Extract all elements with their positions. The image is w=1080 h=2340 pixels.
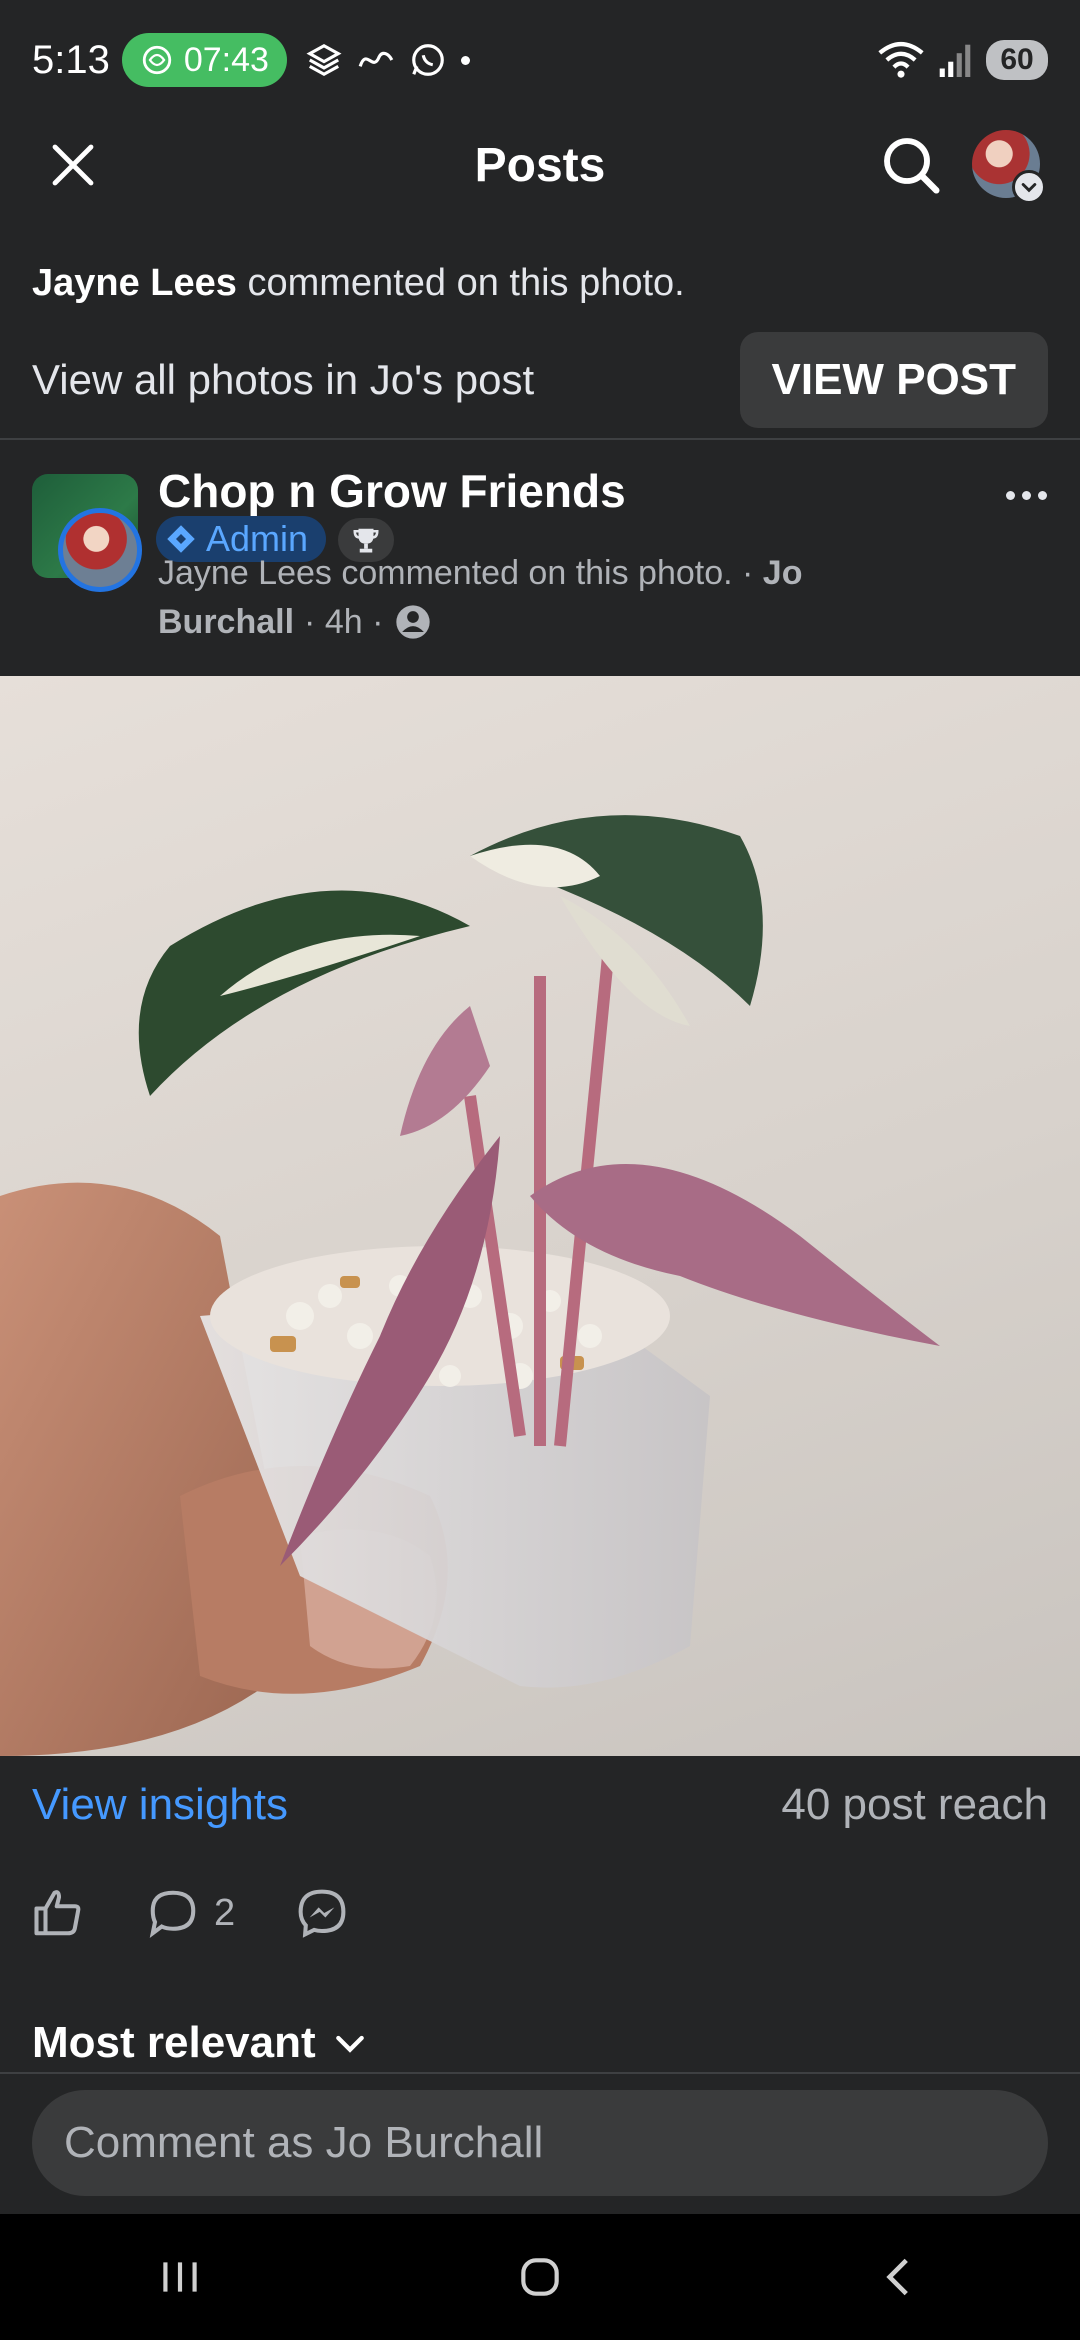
layers-app-icon <box>306 43 342 77</box>
system-nav-bar <box>0 2214 1080 2340</box>
recents-button[interactable] <box>120 2232 240 2322</box>
more-icon <box>1005 490 1015 500</box>
more-notifications-dot <box>460 55 470 65</box>
like-icon <box>34 1890 81 1936</box>
comment-input[interactable]: Comment as Jo Burchall <box>32 2090 1048 2196</box>
view-all-photos-text: View all photos in Jo's post <box>32 356 535 403</box>
author-last-name[interactable]: Burchall <box>158 603 294 642</box>
whatsapp-icon <box>412 44 444 76</box>
comment-input-placeholder: Comment as Jo Burchall <box>64 2118 544 2167</box>
wifi-icon <box>878 41 924 78</box>
group-name[interactable]: Chop n Grow Friends <box>158 464 626 518</box>
comment-sort-dropdown[interactable]: Most relevant <box>32 2018 370 2068</box>
comment-count: 2 <box>214 1891 236 1934</box>
search-button[interactable] <box>876 130 946 200</box>
post-meta-line: Jayne Lees commented on this photo. · Jo <box>158 554 802 593</box>
back-button[interactable] <box>840 2232 960 2322</box>
account-switch-badge <box>1012 170 1046 204</box>
post-time[interactable]: · 4h · <box>304 603 383 642</box>
signature-app-icon <box>358 51 394 67</box>
close-icon <box>52 144 94 186</box>
home-icon <box>521 2258 559 2296</box>
header-bar: Posts <box>0 120 1080 210</box>
post-reach: 40 post reach <box>781 1780 1048 1829</box>
commenter-name[interactable]: Jayne Lees <box>32 262 237 304</box>
search-icon <box>884 138 940 194</box>
close-button[interactable] <box>42 134 104 196</box>
comment-button[interactable]: 2 <box>146 1886 235 1940</box>
view-all-row: View all photos in Jo's post VIEW POST <box>0 332 1080 428</box>
notice-text: commented on this photo. <box>247 262 685 304</box>
back-icon <box>886 2258 908 2296</box>
messenger-share-button[interactable] <box>295 1886 349 1940</box>
call-timer-pill[interactable]: 07:43 <box>121 33 287 87</box>
comment-sort-label: Most relevant <box>32 2018 316 2067</box>
call-timer: 07:43 <box>183 40 269 79</box>
chevron-down-icon <box>1021 183 1037 193</box>
view-post-button[interactable]: VIEW POST <box>739 332 1048 428</box>
more-options-button[interactable] <box>998 470 1054 520</box>
group-audience-icon <box>396 605 431 639</box>
plant-photo-illustration <box>0 815 940 1756</box>
like-button[interactable] <box>32 1886 86 1940</box>
system-icons: 60 <box>878 40 1048 80</box>
admin-diamond-icon <box>167 525 195 553</box>
post-photo[interactable] <box>0 676 1080 1756</box>
home-button[interactable] <box>480 2232 600 2322</box>
author-first-name[interactable]: Jo <box>763 554 803 592</box>
notification-icons <box>305 41 470 79</box>
trophy-icon <box>353 528 379 553</box>
profile-avatar[interactable] <box>972 130 1046 204</box>
messenger-icon <box>298 1889 346 1938</box>
chatgpt-icon <box>142 45 172 75</box>
battery-indicator: 60 <box>986 40 1048 80</box>
recents-icon <box>163 2262 197 2292</box>
divider <box>0 2072 1080 2074</box>
status-bar: 5:13 07:43 60 <box>0 0 1080 120</box>
meta-activity-text: Jayne Lees commented on this photo. · <box>158 554 763 592</box>
signal-icon <box>939 44 971 77</box>
divider <box>0 438 1080 440</box>
comment-notice: Jayne Lees commented on this photo. <box>32 262 685 305</box>
view-insights-link[interactable]: View insights <box>32 1780 288 1830</box>
author-avatar[interactable] <box>58 508 142 592</box>
chevron-down-icon <box>335 2035 364 2053</box>
group-avatar[interactable] <box>32 474 142 592</box>
comment-icon <box>149 1890 196 1939</box>
status-time: 5:13 <box>32 37 110 82</box>
action-bar: 2 <box>32 1880 349 1946</box>
post-meta-line-2: Burchall · 4h · <box>158 602 433 642</box>
